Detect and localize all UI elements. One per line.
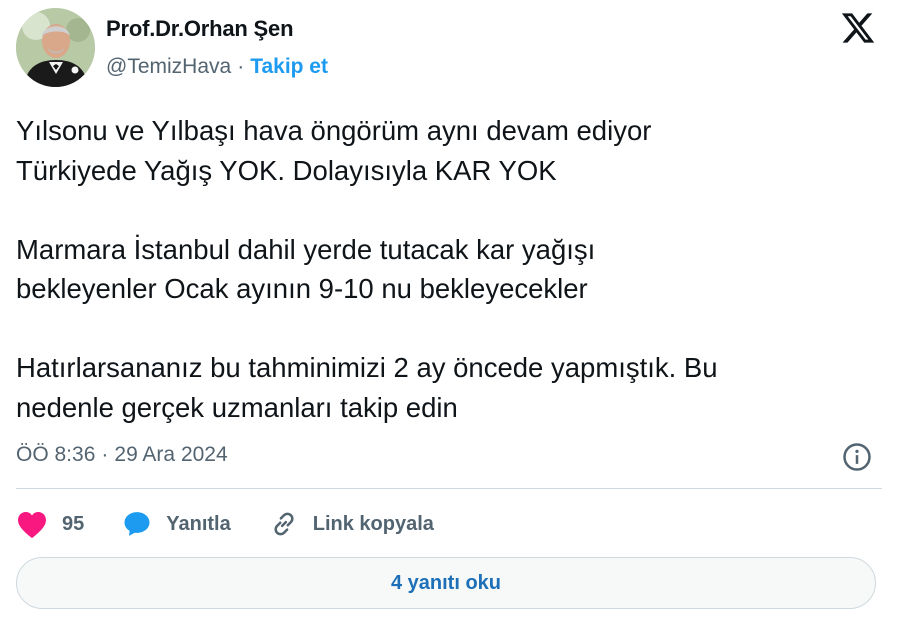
avatar[interactable] bbox=[16, 8, 95, 87]
tweet-line: Marmara İstanbul dahil yerde tutacak kar… bbox=[16, 233, 596, 265]
tweet-line: bekleyenler Ocak ayının 9-10 nu bekleyec… bbox=[16, 273, 588, 304]
tweet-timestamp[interactable]: ÖÖ 8:36 · 29 Ara 2024 bbox=[16, 443, 228, 467]
like-count: 95 bbox=[62, 512, 85, 535]
tweet-line: nedenle gerçek uzmanları takip edin bbox=[16, 391, 458, 423]
follow-button[interactable]: Takip et bbox=[250, 55, 328, 79]
divider bbox=[16, 488, 882, 489]
author-handle[interactable]: @TemizHava bbox=[106, 55, 231, 79]
read-replies-button[interactable]: 4 yanıtı oku bbox=[16, 557, 876, 609]
author-handle-line: @TemizHava · Takip et bbox=[106, 55, 328, 79]
link-icon bbox=[274, 512, 294, 536]
heart-icon bbox=[18, 512, 46, 539]
reply-label: Yanıtla bbox=[166, 512, 231, 535]
info-icon[interactable] bbox=[842, 442, 872, 472]
copy-link-button[interactable]: Link kopyala bbox=[269, 509, 434, 539]
copy-link-label: Link kopyala bbox=[312, 512, 434, 535]
action-bar: 95 Yanıtla Link kopyala bbox=[16, 506, 472, 542]
tweet-text: Yılsonu ve Yılbaşı hava öngörüm aynı dev… bbox=[16, 111, 876, 427]
tweet-embed-card: Prof.Dr.Orhan Şen @TemizHava · Takip et … bbox=[0, 0, 898, 629]
author-name[interactable]: Prof.Dr.Orhan Şen bbox=[106, 16, 294, 42]
separator: · bbox=[237, 55, 245, 78]
tweet-line: Yılsonu ve Yılbaşı hava öngörüm aynı dev… bbox=[16, 115, 652, 146]
tweet-line: Hatırlarsananız bu tahminimizi 2 ay önce… bbox=[16, 352, 718, 383]
tweet-line: Türkiyede Yağış YOK. Dolayısıyla KAR YOK bbox=[16, 154, 557, 186]
separator: · bbox=[101, 443, 109, 466]
tweet-time: ÖÖ 8:36 bbox=[16, 443, 96, 466]
reply-button[interactable]: Yanıtla bbox=[122, 509, 231, 539]
x-logo-icon[interactable] bbox=[840, 10, 876, 46]
like-button[interactable]: 95 bbox=[16, 509, 84, 539]
reply-bubble-icon bbox=[124, 512, 150, 536]
tweet-date: 29 Ara 2024 bbox=[114, 443, 228, 466]
